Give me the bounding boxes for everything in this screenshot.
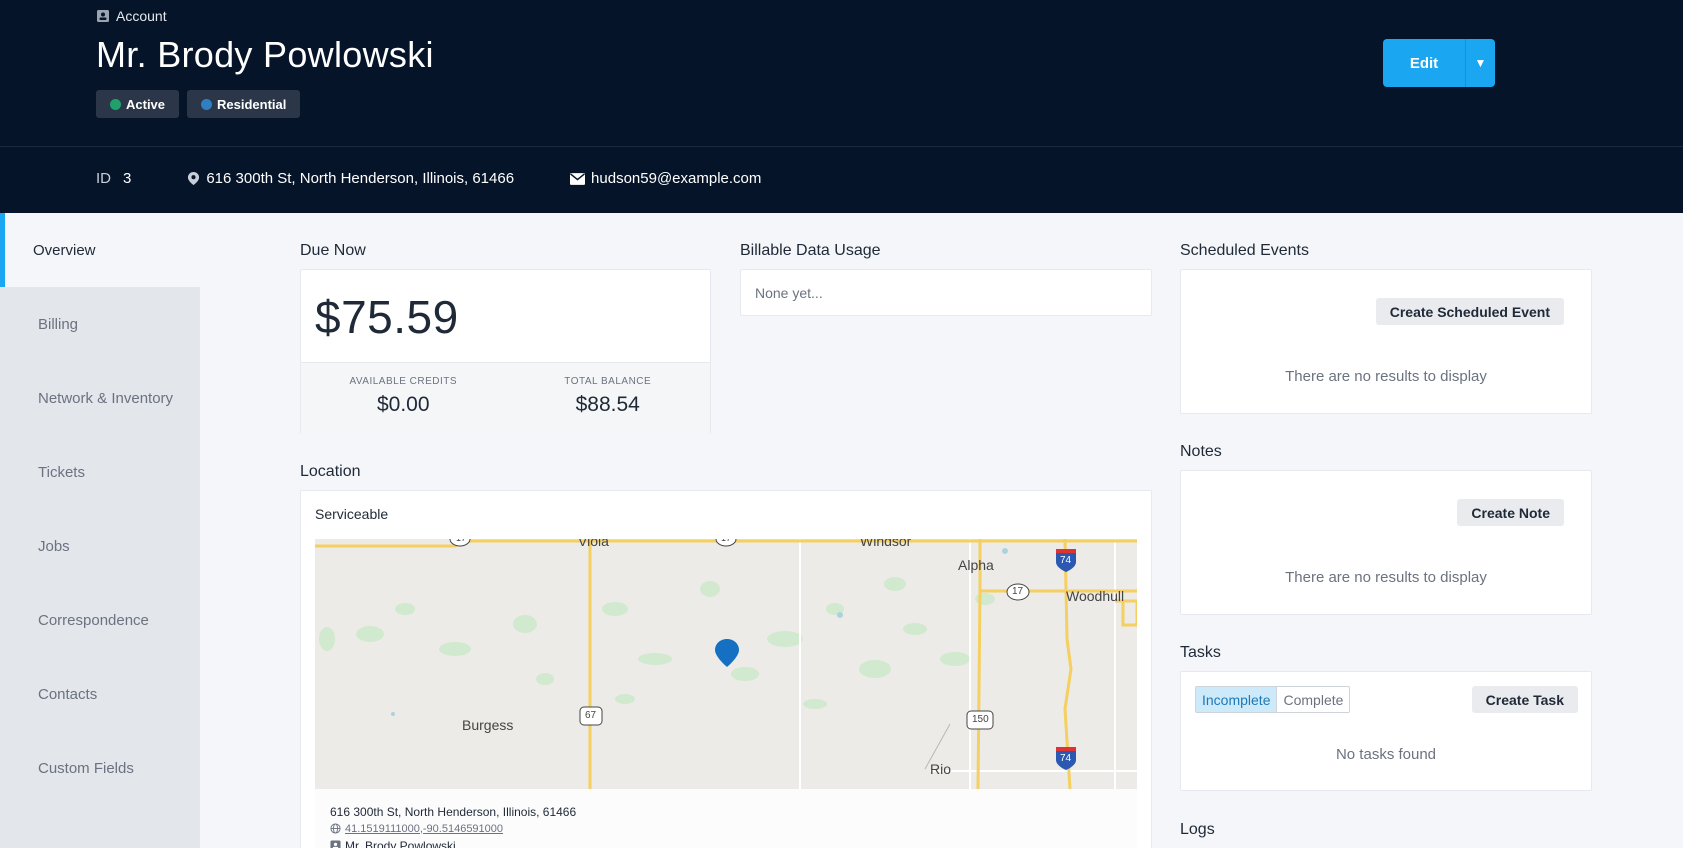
globe-icon xyxy=(330,823,341,834)
account-header: Account Mr. Brody Powlowski Active Resid… xyxy=(0,0,1683,213)
us-150-shield: 150 xyxy=(972,714,989,725)
due-now-card: $75.59 AVAILABLE CREDITS $0.00 TOTAL BAL… xyxy=(300,269,711,434)
location-coordinates-row: 41.1519111000,-90.5146591000 xyxy=(330,820,1137,837)
map-label-viola: Viola xyxy=(578,539,609,549)
scheduled-events-empty: There are no results to display xyxy=(1285,368,1487,385)
route-17-shield-b: 17 xyxy=(721,539,731,543)
sidebar-item-contacts[interactable]: Contacts xyxy=(0,657,200,731)
sidebar-item-correspondence[interactable]: Correspondence xyxy=(0,583,200,657)
location-info: 616 300th St, North Henderson, Illinois,… xyxy=(315,789,1137,848)
location-title: Location xyxy=(300,463,361,480)
edit-button[interactable]: Edit xyxy=(1383,39,1465,87)
create-note-button[interactable]: Create Note xyxy=(1457,499,1564,526)
email-link[interactable]: hudson59@example.com xyxy=(591,170,761,187)
tasks-title: Tasks xyxy=(1180,644,1221,661)
page-title: Mr. Brody Powlowski xyxy=(96,34,434,75)
serviceable-status: Serviceable xyxy=(315,506,389,522)
available-credits: AVAILABLE CREDITS $0.00 xyxy=(301,363,506,434)
sidebar-item-network-inventory[interactable]: Network & Inventory xyxy=(0,361,200,435)
sidebar-item-tickets[interactable]: Tickets xyxy=(0,435,200,509)
notes-card: Create Note There are no results to disp… xyxy=(1180,470,1592,615)
eyebrow: Account xyxy=(96,8,434,24)
total-balance: TOTAL BALANCE $88.54 xyxy=(506,363,711,434)
task-status-toggle: Incomplete Complete xyxy=(1195,686,1351,713)
map-graphic xyxy=(315,539,1137,789)
sidebar: Overview Billing Network & Inventory Tic… xyxy=(0,213,200,848)
usage-empty-text: None yet... xyxy=(755,285,823,301)
available-credits-value: $0.00 xyxy=(376,393,430,416)
edit-dropdown-toggle[interactable]: ▼ xyxy=(1465,39,1495,87)
residential-dot-icon xyxy=(201,98,213,110)
map-label-woodhull: Woodhull xyxy=(1066,588,1125,604)
header-title-block: Account Mr. Brody Powlowski Active Resid… xyxy=(96,8,434,118)
location-card: Serviceable Viola Windsor Alpha Woodhull… xyxy=(300,490,1152,848)
sidebar-item-custom-fields[interactable]: Custom Fields xyxy=(0,731,200,805)
route-17-shield-c: 17 xyxy=(1012,586,1024,597)
status-badges: Active Residential xyxy=(96,90,434,118)
id-label: ID xyxy=(96,170,111,187)
due-now-footer: AVAILABLE CREDITS $0.00 TOTAL BALANCE $8… xyxy=(301,362,710,434)
available-credits-label: AVAILABLE CREDITS xyxy=(349,376,458,387)
tab-incomplete[interactable]: Incomplete xyxy=(1196,687,1278,712)
due-now-title: Due Now xyxy=(300,242,366,259)
map-label-burgess: Burgess xyxy=(462,717,514,733)
caret-down-icon: ▼ xyxy=(1474,56,1487,70)
coordinates-link[interactable]: 41.1519111000,-90.5146591000 xyxy=(345,823,503,835)
tasks-empty: No tasks found xyxy=(1335,746,1437,763)
tab-complete[interactable]: Complete xyxy=(1277,687,1350,712)
badge-label: Residential xyxy=(217,96,287,112)
status-badge-active: Active xyxy=(96,90,180,118)
location-contact-row: Mr. Brody Powlowski xyxy=(330,837,1137,848)
create-scheduled-event-button[interactable]: Create Scheduled Event xyxy=(1375,298,1564,325)
i-74-shield-a: 74 xyxy=(1060,555,1072,566)
location-contact: Mr. Brody Powlowski xyxy=(345,838,456,848)
meta-id: ID 3 xyxy=(96,170,131,187)
map-label-alpha: Alpha xyxy=(958,557,994,573)
edit-button-group: Edit ▼ xyxy=(1383,39,1495,87)
logs-title: Logs xyxy=(1180,821,1215,838)
map-label-windsor: Windsor xyxy=(860,539,912,549)
address-text: 616 300th St, North Henderson, Illinois,… xyxy=(206,170,515,187)
map-label-rio: Rio xyxy=(930,761,952,777)
scheduled-events-title: Scheduled Events xyxy=(1180,242,1309,259)
usage-title: Billable Data Usage xyxy=(740,242,881,259)
create-task-button[interactable]: Create Task xyxy=(1471,686,1578,713)
id-value: 3 xyxy=(123,170,132,187)
location-address-row: 616 300th St, North Henderson, Illinois,… xyxy=(330,803,1137,820)
location-pin-icon xyxy=(188,172,200,185)
notes-empty: There are no results to display xyxy=(1285,569,1487,586)
account-icon xyxy=(330,840,341,848)
total-balance-value: $88.54 xyxy=(575,393,640,416)
sidebar-item-billing[interactable]: Billing xyxy=(0,287,200,361)
i-74-shield-b: 74 xyxy=(1060,753,1072,764)
sidebar-item-jobs[interactable]: Jobs xyxy=(0,509,200,583)
meta-email: hudson59@example.com xyxy=(570,170,761,187)
us-67-shield: 67 xyxy=(585,710,597,721)
eyebrow-label: Account xyxy=(116,8,167,24)
account-meta: ID 3 616 300th St, North Henderson, Illi… xyxy=(96,170,761,187)
due-now-amount: $75.59 xyxy=(315,291,459,343)
header-divider xyxy=(0,146,1683,147)
status-badge-residential: Residential xyxy=(187,90,301,118)
badge-label: Active xyxy=(126,96,166,112)
location-map[interactable]: Viola Windsor Alpha Woodhull Burgess Rio… xyxy=(315,539,1137,789)
scheduled-events-card: Create Scheduled Event There are no resu… xyxy=(1180,269,1592,414)
notes-title: Notes xyxy=(1180,443,1222,460)
meta-address: 616 300th St, North Henderson, Illinois,… xyxy=(187,170,514,187)
location-address: 616 300th St, North Henderson, Illinois,… xyxy=(330,804,577,819)
active-dot-icon xyxy=(110,98,121,110)
account-icon xyxy=(97,10,109,22)
usage-card: None yet... xyxy=(740,269,1152,316)
total-balance-label: TOTAL BALANCE xyxy=(564,376,652,387)
route-17-shield-a: 17 xyxy=(456,539,466,543)
sidebar-item-overview[interactable]: Overview xyxy=(0,213,200,287)
tasks-card: Incomplete Complete Create Task No tasks… xyxy=(1180,671,1592,791)
mail-icon xyxy=(570,172,586,185)
